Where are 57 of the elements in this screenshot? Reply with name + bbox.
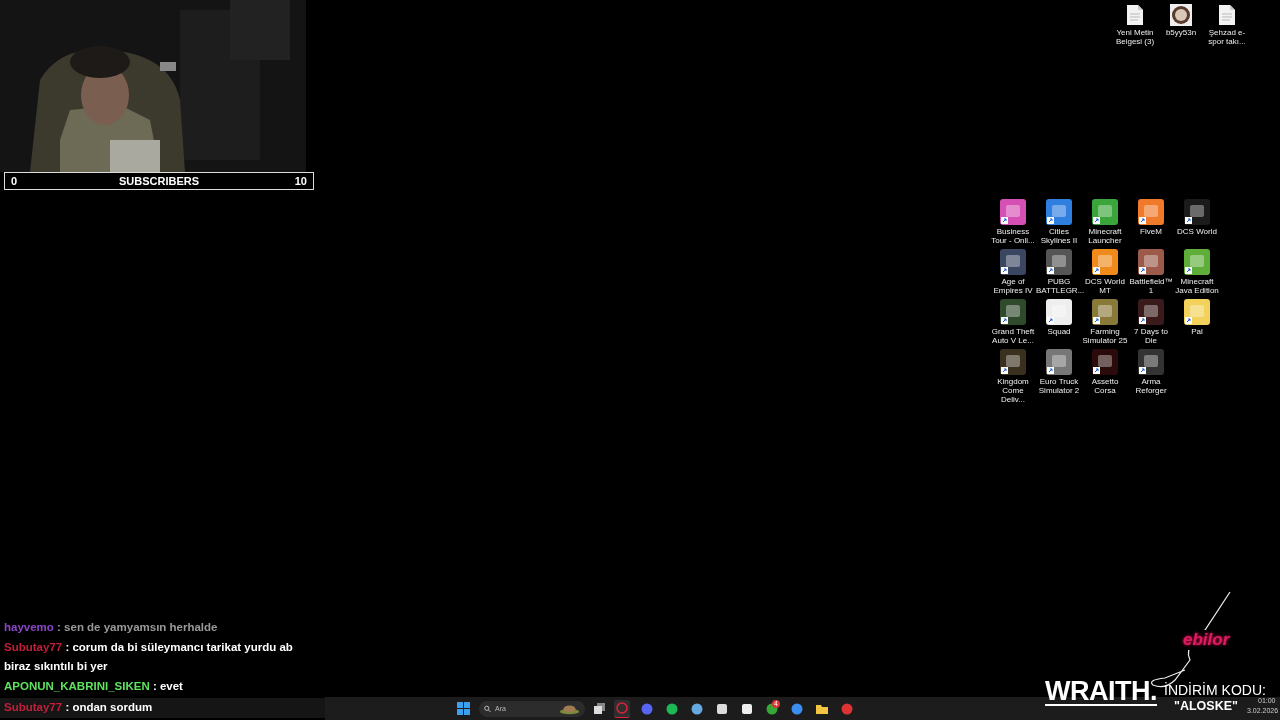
app-shortcut-icon[interactable] [1046,249,1072,275]
app-icon [691,702,703,715]
icon-label: Grand Theft Auto V Le... [990,327,1036,345]
chat-message: Subutay77 : ondan sordum [0,698,325,718]
icon-label: Şehzad e-spor takı... [1207,28,1247,46]
icon-label: Minecraft Launcher [1087,227,1123,245]
chat-message: Subutay77 : corum da bi süleymancı tarikat yurdu ab biraz sıkıntılı bi yer [3,639,294,674]
icon-label: Kingdom Come Deliv... [996,377,1030,404]
app-icon [816,702,828,715]
icon-label: DCS World [1176,227,1218,236]
app-icon [716,702,728,715]
start-icon[interactable] [457,702,470,715]
icon-label: Battlefield™ 1 [1128,277,1174,295]
chat-message: hayvemo : sen de yamyamsın herhalde [3,620,219,635]
app-shortcut-icon[interactable] [1000,349,1026,375]
goal-label: SUBSCRIBERS [118,175,200,187]
app-icon [741,702,753,715]
app-shortcut-icon[interactable] [1184,199,1210,225]
neon-sign: ebilor [1181,630,1232,650]
document-icon[interactable] [1126,4,1144,26]
icon-label: 7 Days to Die [1133,327,1169,345]
chat-message: APONUN_KABRINI_SIKEN : evet [3,678,184,694]
icon-label: Pal [1190,327,1204,336]
icon-label: Assetto Corsa [1090,377,1120,395]
icon-label: Cities Skylines II [1039,227,1079,245]
icon-label: Yeni Metin Belgesi (3) [1114,28,1156,46]
search-icon [484,704,491,713]
app-shortcut-icon[interactable] [1138,249,1164,275]
icon-label: b5yy53n [1164,28,1198,37]
app-shortcut-icon[interactable] [1138,299,1164,325]
icon-label: PUBG BATTLEGR... [1036,277,1082,295]
app-icon [666,702,678,715]
app-shortcut-icon[interactable] [1000,249,1026,275]
task-view-icon[interactable] [594,703,605,714]
app-icon [641,702,653,715]
icon-label: Age of Empires IV [992,277,1034,295]
app-icon [841,702,853,715]
document-icon[interactable] [1218,4,1236,26]
promo-label: İNDİRİM KODU: [1164,682,1266,698]
photo-icon[interactable] [1170,4,1192,26]
icon-label: Minecraft Java Edition [1174,277,1220,295]
app-shortcut-icon[interactable] [1138,349,1164,375]
brand-logo: WRAITH. [1045,678,1157,706]
app-icon [791,702,803,715]
goal-start: 0 [11,175,19,187]
app-shortcut-icon[interactable] [1092,349,1118,375]
icon-label: Squad [1046,327,1072,336]
icon-label: Arma Reforger [1134,377,1168,395]
icon-label: Euro Truck Simulator 2 [1037,377,1081,395]
icon-label: Farming Simulator 25 [1082,327,1128,345]
app-icon [616,702,628,714]
app-shortcut-icon[interactable] [1000,299,1026,325]
icon-label: Business Tour - Onli... [990,227,1036,245]
promo-code: "ALOSKE" [1174,699,1238,713]
icon-label: FiveM [1139,227,1163,236]
goal-target: 10 [293,175,307,187]
icon-label: DCS World MT [1084,277,1126,295]
